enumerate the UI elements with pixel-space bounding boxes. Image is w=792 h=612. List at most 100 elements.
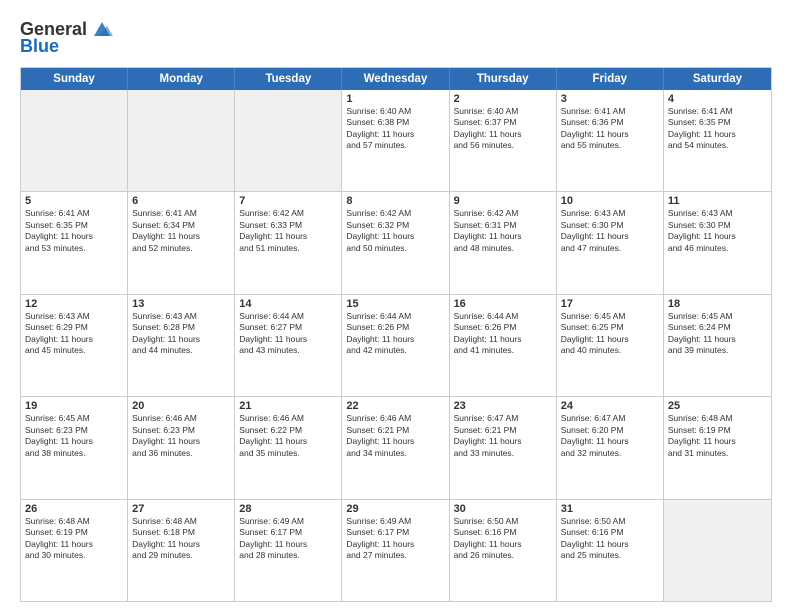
day-number: 16 — [454, 298, 552, 310]
day-number: 8 — [346, 195, 444, 207]
day-info: Sunrise: 6:41 AM Sunset: 6:34 PM Dayligh… — [132, 208, 230, 254]
page: General Blue SundayMondayTuesdayWednesda… — [0, 0, 792, 612]
calendar-cell: 3Sunrise: 6:41 AM Sunset: 6:36 PM Daylig… — [557, 90, 664, 191]
header: General Blue — [20, 18, 772, 57]
calendar-cell: 29Sunrise: 6:49 AM Sunset: 6:17 PM Dayli… — [342, 500, 449, 601]
day-info: Sunrise: 6:44 AM Sunset: 6:26 PM Dayligh… — [454, 311, 552, 357]
day-number: 3 — [561, 93, 659, 105]
day-info: Sunrise: 6:46 AM Sunset: 6:21 PM Dayligh… — [346, 413, 444, 459]
calendar-cell: 21Sunrise: 6:46 AM Sunset: 6:22 PM Dayli… — [235, 397, 342, 498]
calendar-header-row: SundayMondayTuesdayWednesdayThursdayFrid… — [21, 68, 771, 90]
calendar-row-0: 1Sunrise: 6:40 AM Sunset: 6:38 PM Daylig… — [21, 90, 771, 191]
calendar-header-tuesday: Tuesday — [235, 68, 342, 90]
logo-icon — [91, 18, 113, 40]
day-info: Sunrise: 6:41 AM Sunset: 6:36 PM Dayligh… — [561, 106, 659, 152]
calendar-row-2: 12Sunrise: 6:43 AM Sunset: 6:29 PM Dayli… — [21, 294, 771, 396]
day-number: 15 — [346, 298, 444, 310]
day-info: Sunrise: 6:45 AM Sunset: 6:24 PM Dayligh… — [668, 311, 767, 357]
calendar-cell: 20Sunrise: 6:46 AM Sunset: 6:23 PM Dayli… — [128, 397, 235, 498]
day-number: 29 — [346, 503, 444, 515]
day-info: Sunrise: 6:49 AM Sunset: 6:17 PM Dayligh… — [346, 516, 444, 562]
day-info: Sunrise: 6:48 AM Sunset: 6:19 PM Dayligh… — [668, 413, 767, 459]
day-number: 30 — [454, 503, 552, 515]
day-info: Sunrise: 6:47 AM Sunset: 6:20 PM Dayligh… — [561, 413, 659, 459]
calendar-header-monday: Monday — [128, 68, 235, 90]
calendar-row-4: 26Sunrise: 6:48 AM Sunset: 6:19 PM Dayli… — [21, 499, 771, 601]
calendar-cell: 18Sunrise: 6:45 AM Sunset: 6:24 PM Dayli… — [664, 295, 771, 396]
day-info: Sunrise: 6:46 AM Sunset: 6:22 PM Dayligh… — [239, 413, 337, 459]
calendar-cell: 8Sunrise: 6:42 AM Sunset: 6:32 PM Daylig… — [342, 192, 449, 293]
day-info: Sunrise: 6:50 AM Sunset: 6:16 PM Dayligh… — [561, 516, 659, 562]
calendar-header-sunday: Sunday — [21, 68, 128, 90]
calendar-row-1: 5Sunrise: 6:41 AM Sunset: 6:35 PM Daylig… — [21, 191, 771, 293]
calendar-cell — [21, 90, 128, 191]
calendar-cell: 11Sunrise: 6:43 AM Sunset: 6:30 PM Dayli… — [664, 192, 771, 293]
calendar-cell: 10Sunrise: 6:43 AM Sunset: 6:30 PM Dayli… — [557, 192, 664, 293]
calendar-cell: 16Sunrise: 6:44 AM Sunset: 6:26 PM Dayli… — [450, 295, 557, 396]
day-number: 25 — [668, 400, 767, 412]
calendar-cell: 1Sunrise: 6:40 AM Sunset: 6:38 PM Daylig… — [342, 90, 449, 191]
calendar-cell: 25Sunrise: 6:48 AM Sunset: 6:19 PM Dayli… — [664, 397, 771, 498]
day-number: 11 — [668, 195, 767, 207]
calendar-cell — [235, 90, 342, 191]
day-info: Sunrise: 6:49 AM Sunset: 6:17 PM Dayligh… — [239, 516, 337, 562]
day-number: 7 — [239, 195, 337, 207]
day-info: Sunrise: 6:42 AM Sunset: 6:33 PM Dayligh… — [239, 208, 337, 254]
day-number: 22 — [346, 400, 444, 412]
calendar-cell: 2Sunrise: 6:40 AM Sunset: 6:37 PM Daylig… — [450, 90, 557, 191]
calendar-cell: 6Sunrise: 6:41 AM Sunset: 6:34 PM Daylig… — [128, 192, 235, 293]
day-number: 9 — [454, 195, 552, 207]
day-number: 18 — [668, 298, 767, 310]
calendar-cell: 13Sunrise: 6:43 AM Sunset: 6:28 PM Dayli… — [128, 295, 235, 396]
day-number: 1 — [346, 93, 444, 105]
day-info: Sunrise: 6:41 AM Sunset: 6:35 PM Dayligh… — [668, 106, 767, 152]
calendar-cell: 7Sunrise: 6:42 AM Sunset: 6:33 PM Daylig… — [235, 192, 342, 293]
calendar-cell: 22Sunrise: 6:46 AM Sunset: 6:21 PM Dayli… — [342, 397, 449, 498]
day-info: Sunrise: 6:40 AM Sunset: 6:38 PM Dayligh… — [346, 106, 444, 152]
calendar-cell: 17Sunrise: 6:45 AM Sunset: 6:25 PM Dayli… — [557, 295, 664, 396]
calendar-header-wednesday: Wednesday — [342, 68, 449, 90]
day-number: 6 — [132, 195, 230, 207]
calendar-cell: 27Sunrise: 6:48 AM Sunset: 6:18 PM Dayli… — [128, 500, 235, 601]
calendar-header-thursday: Thursday — [450, 68, 557, 90]
calendar-body: 1Sunrise: 6:40 AM Sunset: 6:38 PM Daylig… — [21, 90, 771, 601]
day-number: 28 — [239, 503, 337, 515]
calendar-cell: 23Sunrise: 6:47 AM Sunset: 6:21 PM Dayli… — [450, 397, 557, 498]
day-info: Sunrise: 6:48 AM Sunset: 6:19 PM Dayligh… — [25, 516, 123, 562]
day-number: 12 — [25, 298, 123, 310]
calendar-cell: 31Sunrise: 6:50 AM Sunset: 6:16 PM Dayli… — [557, 500, 664, 601]
day-info: Sunrise: 6:44 AM Sunset: 6:26 PM Dayligh… — [346, 311, 444, 357]
day-number: 27 — [132, 503, 230, 515]
calendar-header-friday: Friday — [557, 68, 664, 90]
day-number: 19 — [25, 400, 123, 412]
day-info: Sunrise: 6:45 AM Sunset: 6:23 PM Dayligh… — [25, 413, 123, 459]
calendar-cell: 26Sunrise: 6:48 AM Sunset: 6:19 PM Dayli… — [21, 500, 128, 601]
day-info: Sunrise: 6:47 AM Sunset: 6:21 PM Dayligh… — [454, 413, 552, 459]
day-number: 21 — [239, 400, 337, 412]
day-number: 10 — [561, 195, 659, 207]
day-info: Sunrise: 6:41 AM Sunset: 6:35 PM Dayligh… — [25, 208, 123, 254]
calendar-cell — [128, 90, 235, 191]
day-number: 26 — [25, 503, 123, 515]
day-number: 23 — [454, 400, 552, 412]
calendar-cell: 28Sunrise: 6:49 AM Sunset: 6:17 PM Dayli… — [235, 500, 342, 601]
calendar-cell: 4Sunrise: 6:41 AM Sunset: 6:35 PM Daylig… — [664, 90, 771, 191]
calendar-cell: 5Sunrise: 6:41 AM Sunset: 6:35 PM Daylig… — [21, 192, 128, 293]
day-info: Sunrise: 6:43 AM Sunset: 6:29 PM Dayligh… — [25, 311, 123, 357]
day-info: Sunrise: 6:42 AM Sunset: 6:32 PM Dayligh… — [346, 208, 444, 254]
day-info: Sunrise: 6:48 AM Sunset: 6:18 PM Dayligh… — [132, 516, 230, 562]
day-info: Sunrise: 6:40 AM Sunset: 6:37 PM Dayligh… — [454, 106, 552, 152]
calendar-cell — [664, 500, 771, 601]
day-info: Sunrise: 6:44 AM Sunset: 6:27 PM Dayligh… — [239, 311, 337, 357]
calendar-cell: 19Sunrise: 6:45 AM Sunset: 6:23 PM Dayli… — [21, 397, 128, 498]
calendar-cell: 15Sunrise: 6:44 AM Sunset: 6:26 PM Dayli… — [342, 295, 449, 396]
day-number: 2 — [454, 93, 552, 105]
calendar-cell: 9Sunrise: 6:42 AM Sunset: 6:31 PM Daylig… — [450, 192, 557, 293]
day-info: Sunrise: 6:43 AM Sunset: 6:28 PM Dayligh… — [132, 311, 230, 357]
day-number: 13 — [132, 298, 230, 310]
day-number: 14 — [239, 298, 337, 310]
logo: General Blue — [20, 18, 113, 57]
day-info: Sunrise: 6:46 AM Sunset: 6:23 PM Dayligh… — [132, 413, 230, 459]
day-number: 5 — [25, 195, 123, 207]
calendar-row-3: 19Sunrise: 6:45 AM Sunset: 6:23 PM Dayli… — [21, 396, 771, 498]
